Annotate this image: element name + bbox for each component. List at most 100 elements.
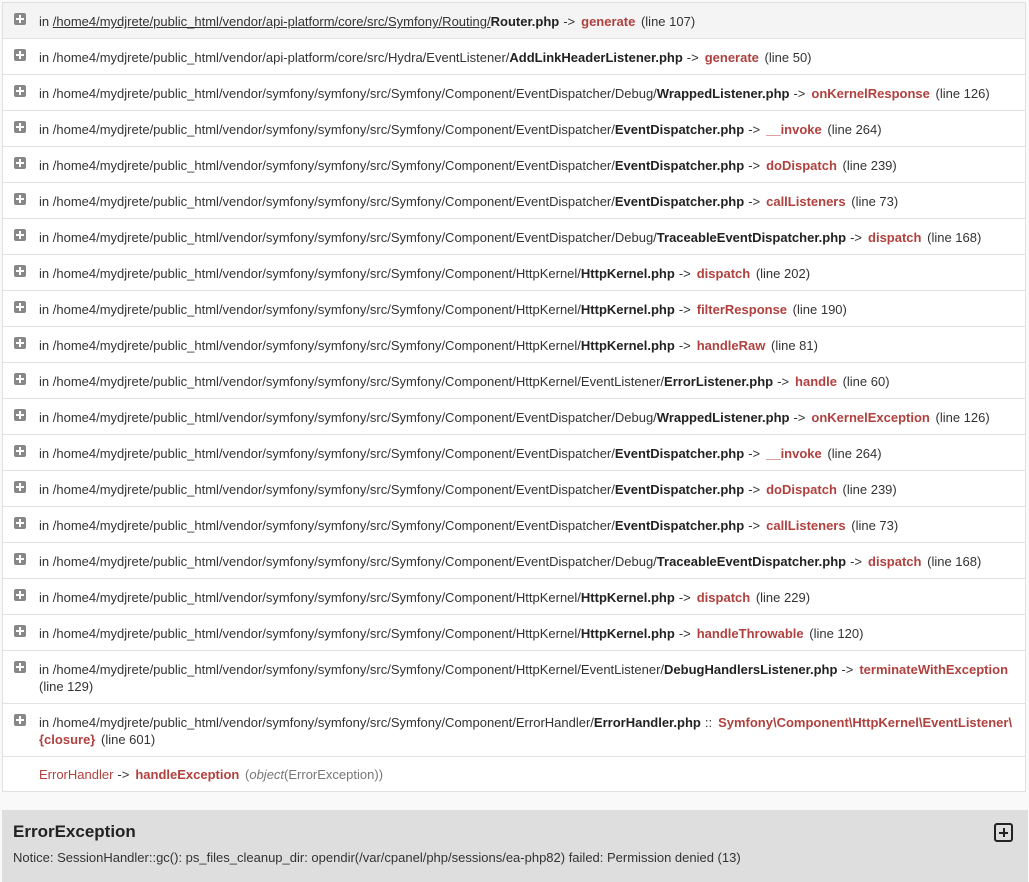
expand-icon[interactable] — [14, 13, 26, 25]
expand-icon[interactable] — [14, 265, 26, 277]
trace-file-path: /home4/mydjrete/public_html/vendor/symfo… — [52, 374, 665, 389]
trace-file-name: DebugHandlersListener.php — [664, 662, 838, 677]
trace-prefix: in — [39, 230, 50, 245]
expand-icon[interactable] — [14, 553, 26, 565]
trace-row: in /home4/mydjrete/public_html/vendor/sy… — [3, 399, 1025, 435]
trace-file-path: /home4/mydjrete/public_html/vendor/symfo… — [52, 626, 581, 641]
trace-line-number: (line 168) — [927, 230, 982, 245]
trace-separator: -> — [678, 338, 691, 353]
trace-method: filterResponse — [696, 302, 788, 317]
trace-separator: -> — [678, 266, 691, 281]
trace-line-number: (line 190) — [792, 302, 847, 317]
trace-file-path: /home4/mydjrete/public_html/vendor/symfo… — [52, 482, 615, 497]
expand-icon[interactable] — [14, 337, 26, 349]
trace-row: in /home4/mydjrete/public_html/vendor/sy… — [3, 219, 1025, 255]
trace-file-path: /home4/mydjrete/public_html/vendor/symfo… — [52, 194, 615, 209]
trace-file-path: /home4/mydjrete/public_html/vendor/symfo… — [52, 590, 581, 605]
trace-separator: -> — [777, 374, 790, 389]
trace-row: in /home4/mydjrete/public_html/vendor/sy… — [3, 327, 1025, 363]
trace-line-number: (line 229) — [755, 590, 811, 605]
trace-separator: -> — [748, 194, 761, 209]
trace-prefix: in — [39, 446, 50, 461]
trace-line-number: (line 239) — [842, 482, 897, 497]
expand-icon[interactable] — [14, 193, 26, 205]
trace-separator: -> — [748, 518, 761, 533]
expand-icon[interactable] — [994, 823, 1013, 842]
trace-file-path: /home4/mydjrete/public_html/vendor/symfo… — [52, 266, 581, 281]
trace-file-name: WrappedListener.php — [656, 410, 790, 425]
expand-icon[interactable] — [14, 714, 26, 726]
trace-row: in /home4/mydjrete/public_html/vendor/sy… — [3, 111, 1025, 147]
trace-file-name: TraceableEventDispatcher.php — [656, 554, 847, 569]
trace-file-name: ErrorListener.php — [664, 374, 774, 389]
trace-file-path: /home4/mydjrete/public_html/vendor/api-p… — [52, 14, 491, 29]
trace-row: in /home4/mydjrete/public_html/vendor/sy… — [3, 255, 1025, 291]
trace-row: in /home4/mydjrete/public_html/vendor/sy… — [3, 615, 1025, 651]
trace-row: in /home4/mydjrete/public_html/vendor/sy… — [3, 363, 1025, 399]
trace-prefix: in — [39, 715, 50, 730]
trace-method: terminateWithException — [859, 662, 1009, 677]
expand-icon[interactable] — [14, 157, 26, 169]
trace-row: in /home4/mydjrete/public_html/vendor/sy… — [3, 183, 1025, 219]
trace-prefix: in — [39, 302, 50, 317]
trace-file-name: Router.php — [490, 14, 560, 29]
trace-file-name: EventDispatcher.php — [614, 194, 745, 209]
trace-method: onKernelResponse — [811, 86, 930, 101]
trace-method: callListeners — [766, 194, 846, 209]
trace-prefix: in — [39, 86, 50, 101]
expand-icon[interactable] — [14, 85, 26, 97]
trace-line-number: (line 202) — [755, 266, 811, 281]
trace-prefix: in — [39, 554, 50, 569]
trace-file-path: /home4/mydjrete/public_html/vendor/symfo… — [52, 158, 615, 173]
trace-row: in /home4/mydjrete/public_html/vendor/sy… — [3, 75, 1025, 111]
trace-line-number: (line 126) — [935, 410, 990, 425]
expand-icon[interactable] — [14, 229, 26, 241]
trace-file-path: /home4/mydjrete/public_html/vendor/symfo… — [52, 86, 657, 101]
trace-prefix: in — [39, 122, 50, 137]
trace-separator: -> — [850, 554, 863, 569]
trace-row: in /home4/mydjrete/public_html/vendor/sy… — [3, 147, 1025, 183]
trace-file-path: /home4/mydjrete/public_html/vendor/symfo… — [52, 230, 657, 245]
trace-row: in /home4/mydjrete/public_html/vendor/sy… — [3, 507, 1025, 543]
trace-line-number: (line 239) — [842, 158, 897, 173]
expand-icon[interactable] — [14, 121, 26, 133]
expand-icon[interactable] — [14, 409, 26, 421]
trace-file-path: /home4/mydjrete/public_html/vendor/symfo… — [52, 715, 594, 730]
trace-line-number: (line 129) — [39, 679, 94, 694]
trace-row: in /home4/mydjrete/public_html/vendor/sy… — [3, 291, 1025, 327]
trace-file-name: AddLinkHeaderListener.php — [509, 50, 683, 65]
expand-icon[interactable] — [14, 589, 26, 601]
trace-method: doDispatch — [766, 158, 837, 173]
expand-icon[interactable] — [14, 481, 26, 493]
trace-separator: -> — [117, 767, 130, 782]
expand-icon[interactable] — [14, 301, 26, 313]
trace-line-number: (line 168) — [927, 554, 982, 569]
expand-icon[interactable] — [14, 373, 26, 385]
trace-prefix: in — [39, 482, 50, 497]
trace-row: in /home4/mydjrete/public_html/vendor/sy… — [3, 543, 1025, 579]
trace-line-number: (line 81) — [770, 338, 818, 353]
expand-icon[interactable] — [14, 517, 26, 529]
trace-file-name: EventDispatcher.php — [614, 482, 745, 497]
trace-file-name: HttpKernel.php — [580, 626, 675, 641]
trace-prefix: in — [39, 194, 50, 209]
trace-file-path: /home4/mydjrete/public_html/vendor/symfo… — [52, 554, 657, 569]
trace-separator: -> — [678, 590, 691, 605]
trace-separator: -> — [686, 50, 699, 65]
expand-icon[interactable] — [14, 445, 26, 457]
trace-method: dispatch — [696, 590, 751, 605]
trace-class: ErrorHandler — [39, 767, 114, 782]
expand-icon[interactable] — [14, 625, 26, 637]
trace-separator: -> — [678, 626, 691, 641]
trace-file-path: /home4/mydjrete/public_html/vendor/api-p… — [52, 50, 510, 65]
exception-panel: ErrorException Notice: SessionHandler::g… — [2, 810, 1028, 882]
trace-method: __invoke — [766, 446, 822, 461]
trace-prefix: in — [39, 662, 50, 677]
trace-separator: -> — [748, 446, 761, 461]
expand-icon[interactable] — [14, 661, 26, 673]
trace-line-number: (line 601) — [101, 732, 156, 747]
trace-file-name: EventDispatcher.php — [614, 158, 745, 173]
expand-icon[interactable] — [14, 49, 26, 61]
trace-prefix: in — [39, 158, 50, 173]
trace-method: dispatch — [696, 266, 751, 281]
